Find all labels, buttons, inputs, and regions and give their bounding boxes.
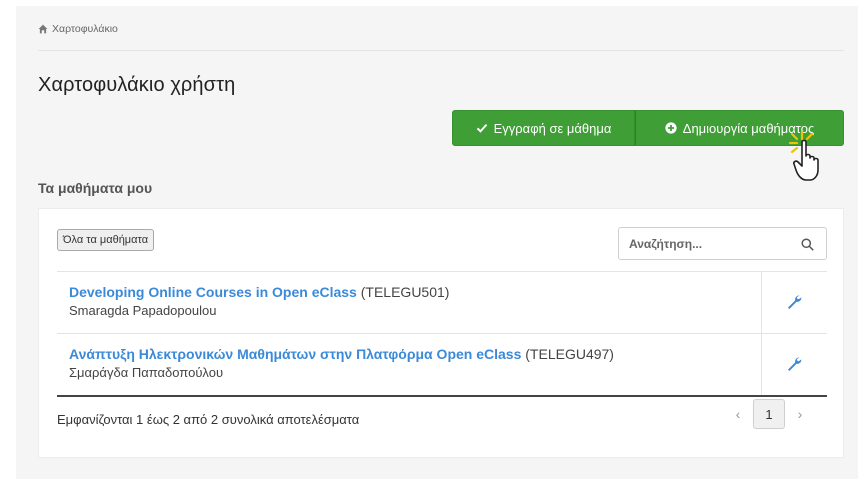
results-summary: Εμφανίζονται 1 έως 2 από 2 συνολικά αποτ… [57, 412, 360, 427]
divider [38, 50, 844, 51]
course-cell: Ανάπτυξη Ηλεκτρονικών Μαθημάτων στην Πλα… [69, 346, 614, 380]
course-line: Developing Online Courses in Open eClass… [69, 284, 449, 300]
pagination-next-button[interactable]: › [787, 399, 813, 429]
check-icon [476, 123, 487, 133]
course-professor: Smaragda Papadopoulou [69, 303, 217, 318]
courses-table: Developing Online Courses in Open eClass… [57, 271, 827, 395]
table-row: Ανάπτυξη Ηλεκτρονικών Μαθημάτων στην Πλα… [57, 333, 827, 395]
section-title: Τα μαθήματα μου [38, 180, 153, 196]
breadcrumb-home-link[interactable]: Χαρτοφυλάκιο [52, 23, 118, 35]
register-course-label: Εγγραφή σε μάθημα [493, 120, 612, 136]
wrench-icon[interactable] [786, 356, 802, 372]
search-box [618, 227, 827, 260]
courses-card: Όλα τα μαθήματα Developing Online Course… [38, 208, 844, 458]
pagination-page-1[interactable]: 1 [753, 399, 785, 429]
course-title-link[interactable]: Developing Online Courses in Open eClass [69, 284, 357, 300]
click-cursor-icon [788, 130, 819, 181]
action-buttons: Εγγραφή σε μάθημα Δημιουργία μαθήματος [452, 110, 844, 146]
breadcrumb: Χαρτοφυλάκιο [38, 23, 118, 35]
page-title: Χαρτοφυλάκιο χρήστη [38, 74, 236, 96]
column-divider [761, 334, 762, 395]
home-icon [38, 24, 48, 34]
all-courses-filter-button[interactable]: Όλα τα μαθήματα [57, 229, 155, 251]
plus-circle-icon [665, 122, 677, 134]
course-title-link[interactable]: Ανάπτυξη Ηλεκτρονικών Μαθημάτων στην Πλα… [69, 346, 521, 362]
pagination: ‹ 1 › [725, 399, 813, 429]
table-bottom-border [57, 395, 827, 397]
pagination-prev-button[interactable]: ‹ [725, 399, 751, 429]
course-line: Ανάπτυξη Ηλεκτρονικών Μαθημάτων στην Πλα… [69, 346, 614, 362]
wrench-icon[interactable] [786, 294, 802, 310]
course-professor: Σμαράγδα Παπαδοπούλου [69, 365, 224, 380]
column-divider [761, 272, 762, 333]
search-icon[interactable] [801, 238, 814, 251]
course-code: (TELEGU501) [360, 284, 450, 300]
course-code: (TELEGU497) [525, 346, 614, 362]
register-course-button[interactable]: Εγγραφή σε μάθημα [452, 110, 635, 146]
table-row: Developing Online Courses in Open eClass… [57, 271, 827, 333]
course-cell: Developing Online Courses in Open eClass… [69, 284, 449, 318]
search-input[interactable] [619, 228, 789, 259]
